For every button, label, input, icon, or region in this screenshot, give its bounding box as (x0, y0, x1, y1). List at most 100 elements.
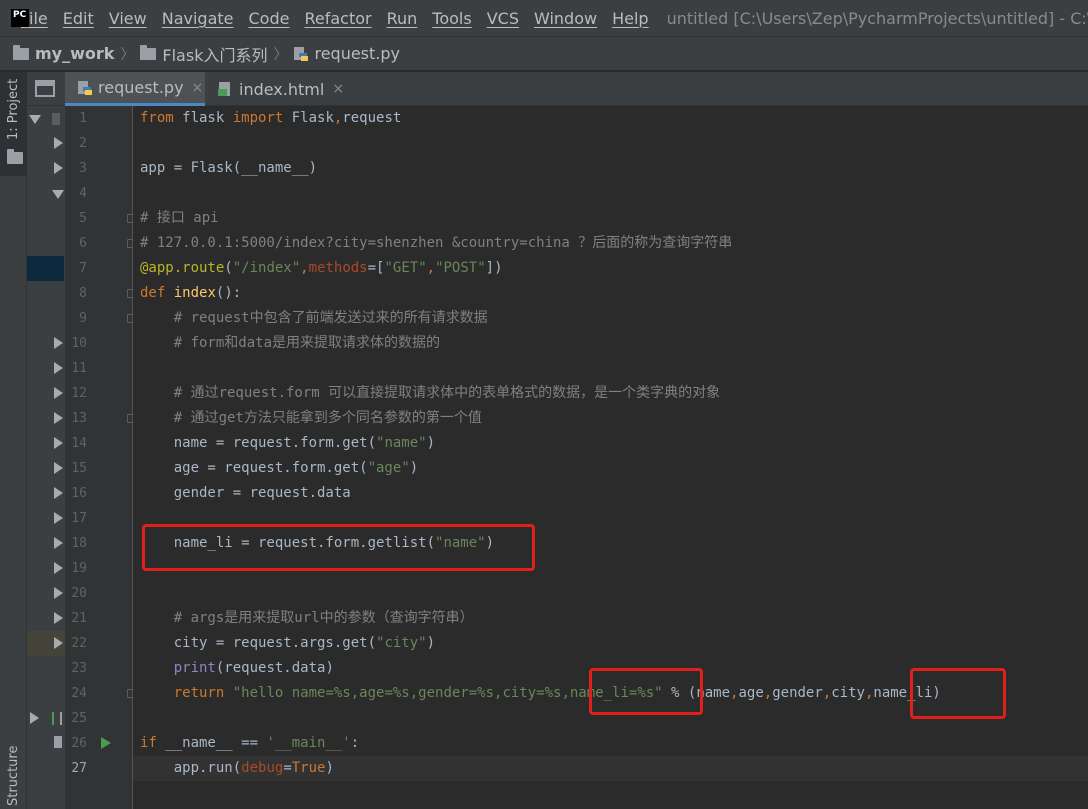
tree-row[interactable] (27, 131, 65, 156)
collapse-arrow-icon[interactable] (54, 437, 63, 449)
collapse-arrow-icon[interactable] (54, 537, 63, 549)
code-line-24: return "hello name=%s,age=%s,gender=%s,c… (173, 685, 941, 701)
line-number: 13 (71, 411, 87, 426)
folder-icon (13, 44, 29, 60)
collapse-arrow-icon[interactable] (54, 637, 63, 649)
tree-row[interactable] (27, 431, 65, 456)
tree-row[interactable] (27, 631, 65, 656)
collapse-arrow-icon[interactable] (54, 412, 63, 424)
structure-tool-tab[interactable]: Structure (0, 742, 27, 809)
line-number: 17 (71, 511, 87, 526)
breadcrumb: my_work 〉 Flask入门系列 〉 request.py (0, 36, 1088, 71)
expand-arrow-icon[interactable] (29, 115, 41, 124)
breadcrumb-separator: 〉 (120, 46, 135, 63)
collapse-arrow-icon[interactable] (54, 337, 63, 349)
editor-gutter: 1 2 3 4 5 6 7 8 9 10 11 12 13 14 15 16 1… (65, 106, 135, 809)
menu-window[interactable]: Window (534, 9, 597, 28)
editor-tab-bar: request.py × index.html × (27, 72, 1088, 106)
project-tool-tab[interactable]: 1: Project (0, 72, 27, 176)
line-number-current: 27 (71, 761, 87, 776)
tree-row[interactable] (27, 456, 65, 481)
collapse-arrow-icon[interactable] (54, 387, 63, 399)
line-number: 19 (71, 561, 87, 576)
breadcrumb-folder-label: Flask入门系列 (162, 45, 268, 65)
line-number: 15 (71, 461, 87, 476)
line-number: 12 (71, 386, 87, 401)
code-line-12: # 通过request.form 可以直接提取请求体中的表单格式的数据，是一个类… (140, 385, 721, 401)
menu-navigate[interactable]: Navigate (162, 9, 234, 28)
tree-row[interactable] (27, 581, 65, 606)
collapse-arrow-icon[interactable] (54, 612, 63, 624)
breadcrumb-file[interactable]: request.py (293, 44, 400, 63)
project-tree-panel (27, 72, 65, 809)
close-icon[interactable]: × (192, 80, 204, 96)
line-number: 18 (71, 536, 87, 551)
menu-vcs[interactable]: VCS (487, 9, 519, 28)
line-number: 7 (79, 261, 87, 276)
tree-row[interactable] (27, 181, 65, 206)
close-icon[interactable]: × (332, 81, 344, 97)
line-number: 8 (79, 286, 87, 301)
highlight-box-format (589, 668, 703, 715)
tree-row[interactable] (27, 606, 65, 631)
menu-code[interactable]: Code (249, 9, 290, 28)
code-line-27: app.run(debug=True) (140, 760, 334, 776)
menu-edit[interactable]: Edit (63, 9, 94, 28)
tree-row[interactable] (27, 556, 65, 581)
collapse-arrow-icon[interactable] (54, 137, 63, 149)
line-number: 9 (79, 311, 87, 326)
tree-row[interactable] (27, 381, 65, 406)
collapse-arrow-icon[interactable] (54, 587, 63, 599)
tree-row[interactable] (27, 731, 65, 756)
line-number: 10 (71, 336, 87, 351)
line-number: 6 (79, 236, 87, 251)
line-number: 25 (71, 711, 87, 726)
breadcrumb-folder[interactable]: Flask入门系列 (140, 42, 267, 66)
menu-run[interactable]: Run (387, 9, 418, 28)
collapse-arrow-icon[interactable] (54, 512, 63, 524)
menu-refactor[interactable]: Refactor (304, 9, 371, 28)
line-number: 11 (71, 361, 87, 376)
tree-row[interactable] (27, 531, 65, 556)
collapse-arrow-icon[interactable] (54, 162, 63, 174)
line-number: 3 (79, 161, 87, 176)
tree-row[interactable] (27, 156, 65, 181)
tree-row[interactable] (27, 356, 65, 381)
expand-arrow-icon[interactable] (52, 190, 64, 199)
code-line-13: # 通过get方法只能拿到多个同名参数的第一个值 (140, 410, 482, 426)
tree-row[interactable] (27, 481, 65, 506)
tree-row[interactable] (27, 106, 65, 131)
tree-row[interactable] (27, 406, 65, 431)
tool-window-stripe: 1: Project Structure (0, 72, 27, 809)
code-line-3: app = Flask(__name__) (140, 160, 318, 176)
tab-index-html[interactable]: index.html × (205, 72, 345, 106)
tree-row[interactable] (27, 706, 65, 731)
code-line-1: from flask import Flask,request (140, 110, 402, 126)
menu-view[interactable]: View (109, 9, 147, 28)
breadcrumb-project[interactable]: my_work (13, 44, 114, 63)
code-line-26: if __name__ == '__main__': (140, 735, 360, 751)
tab-request-py[interactable]: request.py × (65, 72, 205, 106)
breadcrumb-file-label: request.py (314, 44, 400, 63)
code-editor[interactable]: from flask import Flask,request app = Fl… (133, 106, 1088, 809)
code-line-16: gender = request.data (140, 485, 351, 501)
tree-row-selected[interactable] (27, 256, 64, 281)
tree-row[interactable] (27, 331, 65, 356)
editor-window-icon[interactable] (35, 80, 55, 97)
code-line-6: # 127.0.0.1:5000/index?city=shenzhen &co… (140, 235, 733, 251)
menu-bar: PC File Edit View Navigate Code Refactor… (0, 0, 1088, 36)
collapse-arrow-icon[interactable] (54, 487, 63, 499)
collapse-arrow-icon[interactable] (54, 462, 63, 474)
folder-icon (7, 149, 23, 164)
run-gutter-icon[interactable] (101, 737, 111, 749)
menu-tools[interactable]: Tools (432, 9, 471, 28)
breadcrumb-project-label: my_work (35, 44, 115, 63)
collapse-arrow-icon[interactable] (54, 362, 63, 374)
line-number: 1 (79, 111, 87, 126)
menu-help[interactable]: Help (612, 9, 648, 28)
collapse-arrow-icon[interactable] (30, 712, 39, 724)
collapse-arrow-icon[interactable] (54, 562, 63, 574)
code-line-8: def index(): (140, 285, 242, 301)
structure-tool-tab-label: Structure (6, 745, 21, 806)
tree-row[interactable] (27, 506, 65, 531)
